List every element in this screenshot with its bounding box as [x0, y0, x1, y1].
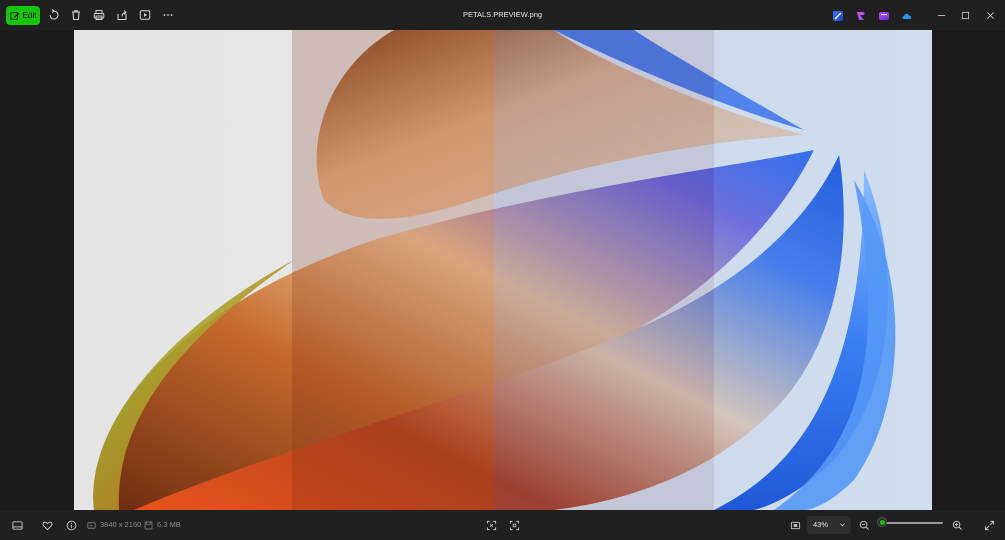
- print-icon[interactable]: [92, 8, 106, 22]
- zoom-out-icon: [859, 520, 869, 530]
- file-size: 6.3 MB: [157, 520, 181, 529]
- info-icon[interactable]: [64, 518, 78, 532]
- chevron-down-icon: [840, 523, 845, 527]
- clipchamp-video-icon[interactable]: [878, 9, 890, 21]
- favorite-icon[interactable]: [40, 518, 54, 532]
- photo-preview: [74, 30, 932, 510]
- file-size-icon: [141, 518, 155, 532]
- edit-icon: [10, 11, 19, 20]
- zoom-out-button[interactable]: [857, 518, 871, 532]
- fullscreen-button[interactable]: [982, 518, 996, 532]
- zoom-slider[interactable]: [879, 522, 943, 524]
- delete-icon[interactable]: [69, 8, 83, 22]
- minimize-icon: [937, 14, 945, 16]
- image-dimensions: 3840 x 2160: [100, 520, 142, 529]
- slideshow-icon[interactable]: [138, 8, 152, 22]
- share-icon[interactable]: [115, 8, 129, 22]
- maximize-button[interactable]: [958, 8, 972, 22]
- filmstrip-icon[interactable]: [10, 518, 24, 532]
- maximize-icon: [961, 11, 969, 19]
- close-icon: [986, 11, 994, 19]
- edit-button[interactable]: Edit: [6, 6, 40, 25]
- status-bar: 3840 x 2160 6.3 MB 43%: [0, 510, 1005, 540]
- title-bar: Edit PETALS.PREVIEW.png: [0, 0, 1005, 30]
- more-icon[interactable]: [161, 8, 175, 22]
- zoom-value: 43%: [813, 520, 829, 529]
- dimensions-icon: [84, 518, 98, 532]
- rotate-icon[interactable]: [47, 8, 61, 22]
- clipchamp-icon[interactable]: [832, 9, 844, 21]
- close-button[interactable]: [983, 8, 997, 22]
- designer-icon[interactable]: [855, 9, 867, 21]
- screenshot-icon[interactable]: [788, 518, 802, 532]
- zoom-in-button[interactable]: [950, 518, 964, 532]
- fit-to-window-icon[interactable]: [484, 518, 498, 532]
- onedrive-icon[interactable]: [901, 9, 913, 21]
- zoom-in-icon: [952, 520, 962, 530]
- image-canvas[interactable]: [0, 30, 1005, 510]
- minimize-button[interactable]: [934, 8, 948, 22]
- fullscreen-icon: [984, 520, 994, 530]
- zoom-dropdown[interactable]: 43%: [807, 516, 851, 534]
- actual-size-icon[interactable]: [507, 518, 521, 532]
- window-title: PETALS.PREVIEW.png: [462, 10, 543, 19]
- edit-label: Edit: [22, 11, 37, 20]
